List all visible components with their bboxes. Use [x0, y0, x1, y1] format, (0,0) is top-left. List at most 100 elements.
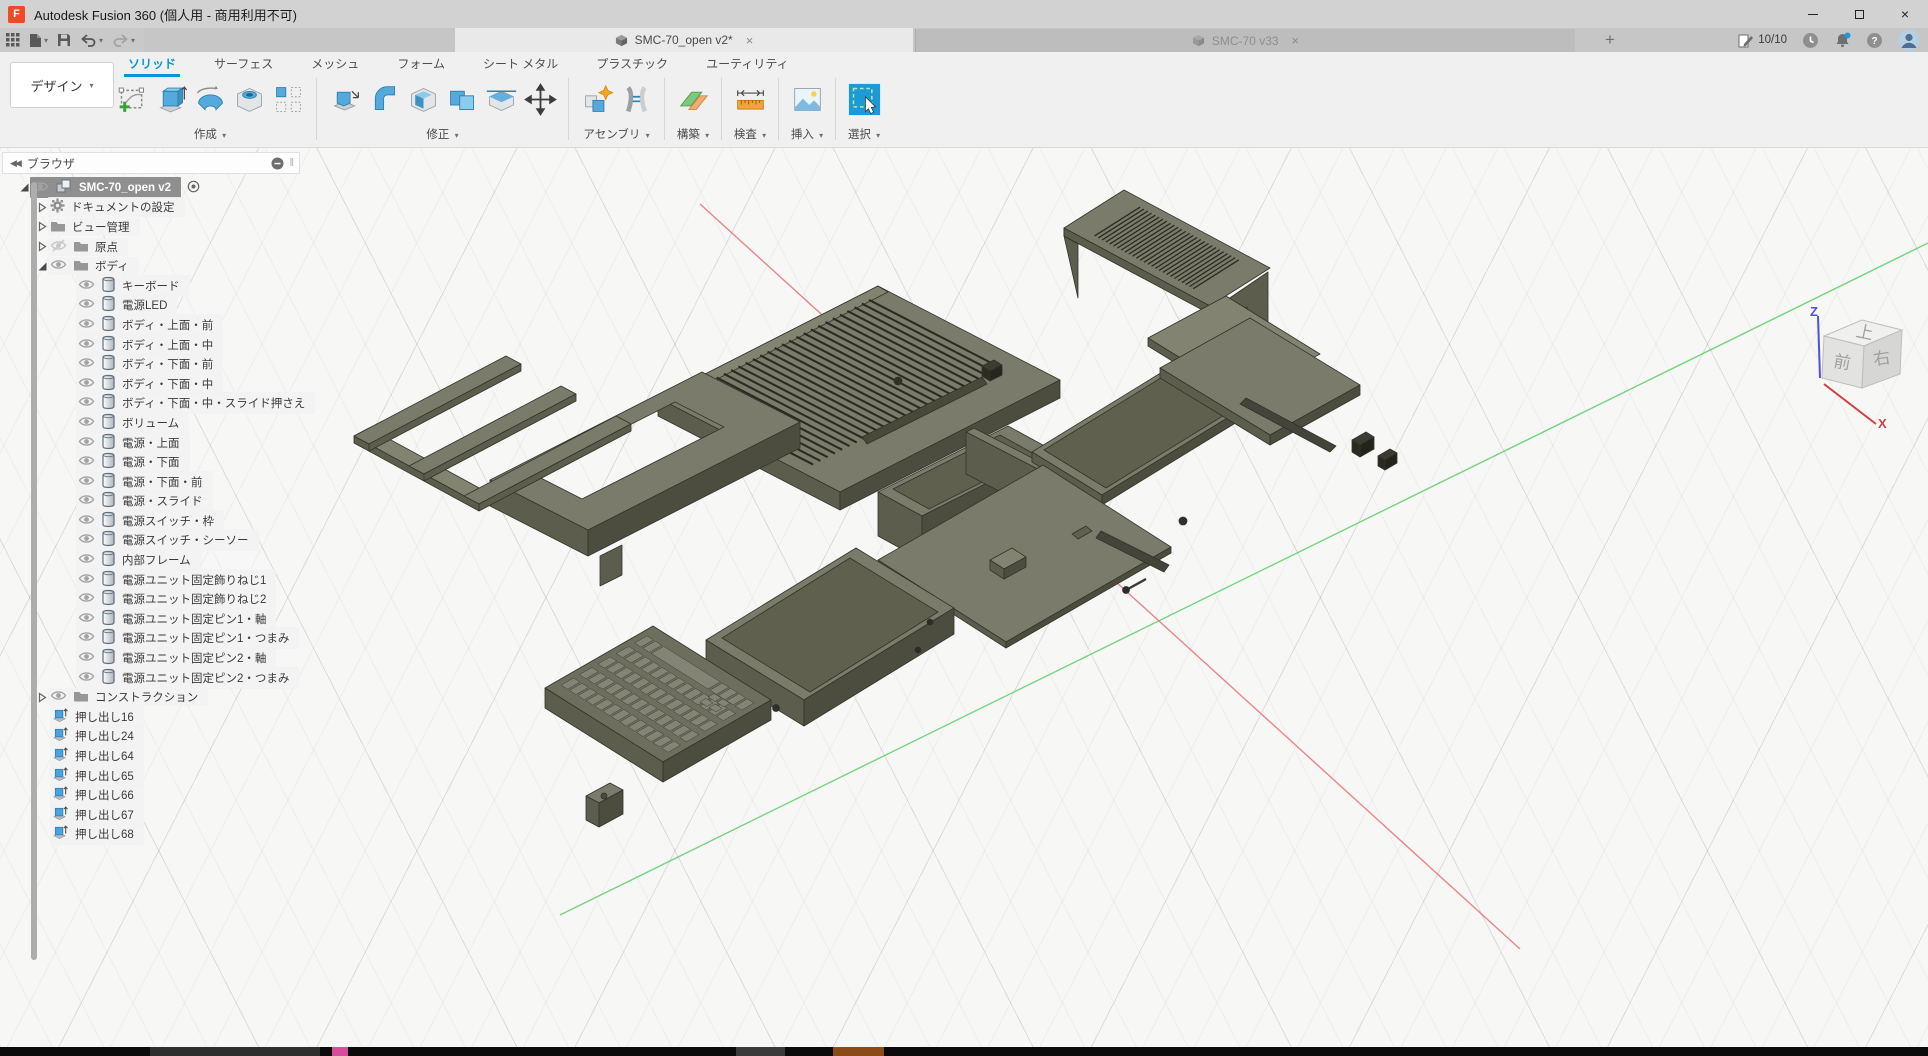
visibility-eye-icon[interactable]	[78, 591, 95, 607]
tree-item-label[interactable]: コンストラクション	[95, 689, 198, 705]
part-bezel-tab[interactable]	[600, 545, 622, 586]
pattern-button[interactable]	[270, 79, 306, 119]
visibility-eye-icon[interactable]	[78, 297, 95, 313]
visibility-eye-icon[interactable]	[78, 650, 95, 666]
visibility-eye-icon[interactable]	[78, 317, 95, 333]
tree-row-body-23[interactable]: 電源ユニット固定ピン1・つまみ	[2, 629, 302, 649]
undo-button[interactable]: ▾	[80, 33, 103, 47]
ribbon-tab-2[interactable]: メッシュ	[305, 53, 365, 76]
group-create-label[interactable]: 作成 ▾	[194, 126, 226, 142]
select-button[interactable]	[846, 79, 882, 119]
group-insert-label[interactable]: 挿入 ▾	[791, 126, 823, 142]
tree-item-label[interactable]: 電源ユニット固定飾りねじ2	[122, 591, 266, 607]
tree-row-body-7[interactable]: ボディ・上面・前	[2, 315, 302, 335]
ribbon-tab-6[interactable]: ユーティリティ	[700, 53, 795, 76]
visibility-eye-icon[interactable]	[78, 395, 95, 411]
visibility-eye-icon[interactable]	[78, 611, 95, 627]
tree-row-body-22[interactable]: 電源ユニット固定ピン1・軸	[2, 609, 302, 629]
app-grid-button[interactable]	[6, 33, 20, 47]
tree-item-label[interactable]: 電源・下面	[122, 454, 180, 470]
tree-item-label[interactable]: SMC-70_open v2	[79, 182, 171, 194]
tree-row-folder-3[interactable]: 原点	[2, 237, 302, 257]
visibility-eye-icon[interactable]	[78, 572, 95, 588]
tree-item-label[interactable]: 押し出し67	[75, 807, 134, 823]
tree-row-feature-33[interactable]: 押し出し68	[2, 825, 302, 845]
group-select-label[interactable]: 選択 ▾	[848, 126, 880, 142]
tree-row-body-12[interactable]: ボリューム	[2, 413, 302, 433]
tree-row-body-14[interactable]: 電源・下面	[2, 452, 302, 472]
new-component-button[interactable]	[579, 79, 615, 119]
browser-scrollbar[interactable]	[31, 182, 37, 960]
tree-item-label[interactable]: 原点	[95, 239, 118, 255]
tree-item-label[interactable]: 電源ユニット固定飾りねじ1	[122, 572, 266, 588]
visibility-eye-icon[interactable]	[78, 493, 95, 509]
minimize-button[interactable]	[1790, 0, 1836, 28]
tree-row-feature-28[interactable]: 押し出し24	[2, 727, 302, 747]
visibility-eye-icon[interactable]	[78, 513, 95, 529]
tree-item-label[interactable]: ボリューム	[122, 415, 179, 431]
part-screw[interactable]	[1123, 587, 1130, 594]
visibility-eye-icon[interactable]	[78, 376, 95, 392]
joint-button[interactable]	[618, 79, 654, 119]
panel-grip[interactable]: ‖	[289, 157, 294, 169]
tree-row-body-5[interactable]: キーボード	[2, 276, 302, 296]
ribbon-tab-3[interactable]: フォーム	[391, 53, 451, 76]
tree-item-label[interactable]: ビュー管理	[72, 219, 130, 235]
visibility-eye-off-icon[interactable]	[50, 239, 67, 255]
tree-row-body-9[interactable]: ボディ・下面・前	[2, 354, 302, 374]
fillet-button[interactable]	[366, 79, 402, 119]
tree-item-label[interactable]: 電源・下面・前	[122, 474, 203, 490]
redo-button[interactable]: ▾	[112, 33, 135, 47]
tree-row-body-21[interactable]: 電源ユニット固定飾りねじ2	[2, 589, 302, 609]
tree-item-label[interactable]: 電源ユニット固定ピン2・つまみ	[122, 670, 289, 686]
tree-row-folder-4[interactable]: ボディ	[2, 256, 302, 276]
tree-row-body-20[interactable]: 電源ユニット固定飾りねじ1	[2, 570, 302, 590]
revolve-button[interactable]	[192, 79, 228, 119]
visibility-eye-icon[interactable]	[78, 435, 95, 451]
tree-item-label[interactable]: 電源スイッチ・シーソー	[122, 532, 249, 548]
maximize-button[interactable]	[1836, 0, 1882, 28]
expander-open-icon[interactable]	[36, 261, 48, 272]
tree-row-folder-26[interactable]: コンストラクション	[2, 687, 302, 707]
tree-item-label[interactable]: 電源ユニット固定ピン1・軸	[122, 611, 266, 627]
tree-item-label[interactable]: 押し出し66	[75, 787, 134, 803]
insert-button[interactable]	[789, 79, 825, 119]
tree-row-root-0[interactable]: SMC-70_open v2	[2, 178, 302, 198]
tree-item-label[interactable]: ボディ・下面・中・スライド押さえ	[122, 395, 305, 411]
tree-item-label[interactable]: 内部フレーム	[122, 552, 191, 568]
visibility-eye-icon[interactable]	[78, 532, 95, 548]
move-button[interactable]	[522, 79, 558, 119]
tree-item-label[interactable]: ボディ・上面・前	[122, 317, 213, 333]
job-status-clock-icon[interactable]	[1802, 32, 1819, 49]
tree-item-label[interactable]: ボディ・上面・中	[122, 337, 213, 353]
tree-item-label[interactable]: 押し出し24	[75, 728, 134, 744]
part-screw[interactable]	[927, 619, 933, 625]
collapse-panel-icon[interactable]: ◀◀	[10, 158, 20, 169]
group-assemble-label[interactable]: アセンブリ ▾	[583, 126, 649, 142]
part-screw[interactable]	[915, 647, 921, 653]
group-modify-label[interactable]: 修正 ▾	[426, 126, 458, 142]
tree-row-body-8[interactable]: ボディ・上面・中	[2, 335, 302, 355]
visibility-eye-icon[interactable]	[78, 474, 95, 490]
ribbon-tab-1[interactable]: サーフェス	[208, 53, 279, 76]
measure-button[interactable]	[732, 79, 768, 119]
tree-row-body-15[interactable]: 電源・下面・前	[2, 472, 302, 492]
help-icon[interactable]: ?	[1866, 32, 1883, 49]
hole-button[interactable]	[231, 79, 267, 119]
expander-closed-icon[interactable]	[36, 202, 48, 213]
part-small-pin[interactable]	[894, 377, 902, 385]
tree-row-feature-30[interactable]: 押し出し65	[2, 766, 302, 786]
tree-row-body-13[interactable]: 電源・上面	[2, 433, 302, 453]
part-bracket-hole[interactable]	[601, 793, 607, 799]
ribbon-tab-0[interactable]: ソリッド	[122, 53, 182, 76]
tree-row-body-24[interactable]: 電源ユニット固定ピン2・軸	[2, 648, 302, 668]
tree-item-label[interactable]: ボディ・下面・中	[122, 376, 213, 392]
expander-closed-icon[interactable]	[36, 221, 48, 232]
new-tab-button[interactable]: +	[1598, 30, 1622, 50]
tree-item-label[interactable]: 電源スイッチ・枠	[122, 513, 214, 529]
close-button[interactable]: ×	[1882, 0, 1928, 28]
tree-item-label[interactable]: ボディ	[95, 258, 129, 274]
tree-row-body-10[interactable]: ボディ・下面・中	[2, 374, 302, 394]
tab-close-icon[interactable]: ×	[1292, 33, 1300, 48]
visibility-eye-icon[interactable]	[50, 258, 67, 274]
